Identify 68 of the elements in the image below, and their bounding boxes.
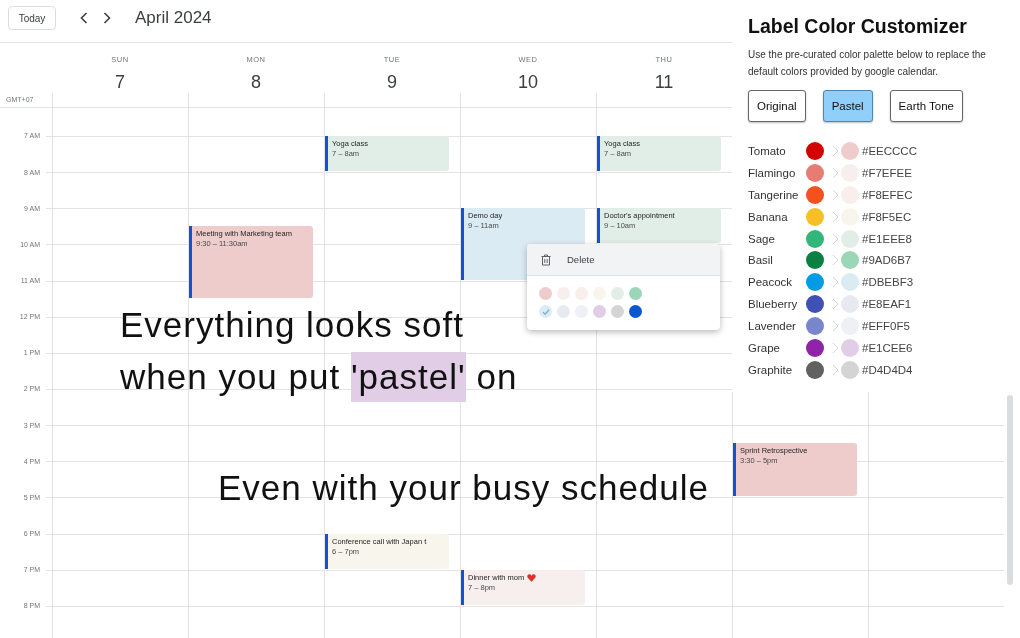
color-name: Basil: [748, 254, 774, 267]
color-swatch[interactable]: [629, 305, 642, 318]
hex-code: #D4D4D4: [862, 363, 913, 376]
color-swatch[interactable]: [611, 305, 624, 318]
palette-button[interactable]: Earth Tone: [889, 90, 964, 122]
color-swatch[interactable]: [593, 305, 606, 318]
chevron-left-icon[interactable]: [80, 12, 88, 24]
chevron-right-icon: [832, 188, 839, 201]
hex-code: #F8EFEC: [862, 188, 913, 201]
color-dot-icon: [841, 251, 859, 270]
hex-code: #EFF0F5: [862, 320, 910, 333]
day-number[interactable]: 7: [115, 71, 125, 93]
chevron-right-icon: [832, 232, 839, 245]
hex-code: #E1EEE8: [862, 232, 912, 245]
check-icon: [541, 307, 550, 316]
color-swatch[interactable]: [611, 287, 624, 300]
heart-icon: [527, 573, 537, 582]
color-swatch[interactable]: [629, 287, 642, 300]
panel-title: Label Color Customizer: [748, 14, 968, 38]
chevron-right-icon: [832, 320, 839, 333]
color-name: Grape: [748, 341, 781, 354]
delete-menu-item[interactable]: Delete: [527, 244, 720, 276]
color-name: Banana: [748, 210, 789, 223]
hex-code: #E1CEE6: [862, 341, 913, 354]
color-dot-icon: [841, 141, 859, 160]
caption-text: Everything looks soft: [120, 304, 464, 346]
chevron-right-icon: [832, 254, 839, 267]
color-swatch[interactable]: [539, 287, 552, 300]
panel-description: Use the pre-curated color palette below to replace the default colors provided by google calendar.: [748, 48, 987, 79]
chevron-right-icon: [832, 276, 839, 289]
caption-text: when you put 'pastel' on: [120, 352, 518, 402]
hex-code: #F8F5EC: [862, 210, 912, 223]
chevron-right-icon: [832, 144, 839, 157]
chevron-right-icon: [832, 166, 839, 179]
color-name: Lavender: [748, 320, 797, 333]
color-name: Blueberry: [748, 298, 799, 311]
scrollbar-thumb[interactable]: [1007, 395, 1013, 585]
palette-button[interactable]: Pastel: [822, 90, 873, 122]
color-name: Tomato: [748, 144, 787, 157]
chevron-right-icon: [832, 298, 839, 311]
color-dot-icon: [841, 229, 859, 248]
caption-text: Even with your busy schedule: [218, 467, 710, 509]
color-name: Sage: [748, 232, 776, 245]
day-number[interactable]: 11: [654, 71, 674, 93]
chevron-right-icon: [832, 341, 839, 354]
hex-code: #E8EAF1: [862, 298, 912, 311]
hex-code: #9AD6B7: [862, 254, 912, 267]
color-dot-icon: [841, 273, 859, 292]
trash-icon: [541, 253, 551, 266]
color-name: Graphite: [748, 363, 794, 376]
chevron-right-icon[interactable]: [103, 12, 111, 24]
month-title: April 2024: [135, 7, 212, 29]
day-number[interactable]: 8: [251, 71, 261, 93]
color-name: Peacock: [748, 276, 794, 289]
color-name: Flamingo: [748, 166, 797, 179]
color-swatch[interactable]: [539, 305, 552, 318]
hex-code: #F7EFEE: [862, 166, 912, 179]
color-name: Tangerine: [748, 188, 800, 201]
palette-button[interactable]: Original: [748, 90, 806, 122]
hex-code: #DBEBF3: [862, 276, 914, 289]
today-button[interactable]: Today: [8, 6, 56, 30]
color-dot-icon: [841, 360, 859, 379]
chevron-right-icon: [832, 210, 839, 223]
day-number[interactable]: 9: [387, 71, 397, 93]
chevron-right-icon: [832, 363, 839, 376]
color-dot-icon: [841, 338, 859, 357]
day-number[interactable]: 10: [518, 71, 538, 93]
hex-code: #EECCCC: [862, 144, 917, 157]
